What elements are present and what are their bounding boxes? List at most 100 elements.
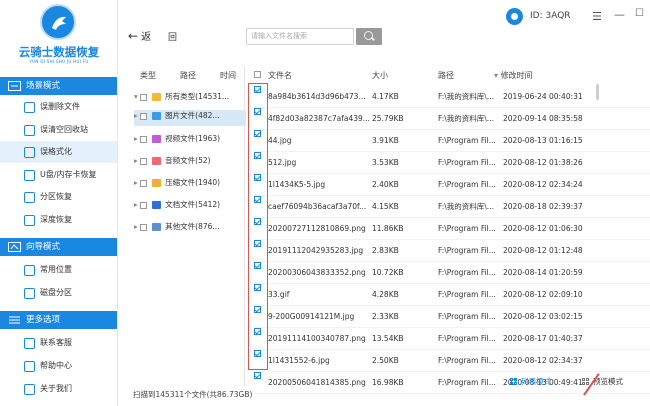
sidebar-item-label: U盘/内存卡恢复	[40, 170, 97, 179]
sidebar-item-help[interactable]: 帮助中心	[0, 355, 117, 377]
checkbox[interactable]	[140, 135, 148, 143]
scrollbar[interactable]	[596, 84, 599, 100]
table-row[interactable]: 9-200G00914121M.jpg 2.33KB F:\Program Fil.…	[254, 306, 650, 328]
file-size: 4.15KB	[372, 202, 399, 211]
checkbox[interactable]	[140, 112, 148, 120]
sidebar-item-common-location[interactable]: 常用位置	[0, 259, 117, 281]
section-more-options[interactable]: 更多选项	[0, 311, 117, 329]
menu-icon[interactable]: ☰	[592, 10, 602, 23]
section-label: 场景模式	[26, 81, 61, 91]
sidebar-item-label: 误清空回收站	[40, 125, 88, 134]
tab-time[interactable]: 时间	[220, 70, 236, 81]
user-avatar[interactable]	[506, 8, 523, 25]
select-all-checkbox[interactable]	[254, 70, 266, 79]
checkbox[interactable]	[140, 157, 148, 165]
deep-scan-icon	[24, 215, 35, 226]
tab-type[interactable]: 类型	[140, 70, 156, 81]
checkbox[interactable]	[254, 372, 261, 379]
table-row[interactable]: 1l1431552-6.jpg 2.50KB F:\Program Fil... 20…	[254, 350, 650, 372]
sidebar-item-support[interactable]: 联系客服	[0, 332, 117, 354]
table-row[interactable]: 512.jpg 3.53KB F:\Program Fil... 2020-08-12…	[254, 152, 650, 174]
file-size: 16.98KB	[372, 378, 404, 387]
recycle-icon	[24, 125, 35, 136]
sidebar-item-label: 关于我们	[40, 384, 72, 393]
tab-path[interactable]: 路径	[180, 70, 196, 81]
header-filename[interactable]: 文件名	[268, 70, 292, 81]
back-button[interactable]: ← 返	[128, 28, 151, 43]
header-path[interactable]: 路径	[438, 70, 454, 81]
sidebar-item-usb-card[interactable]: U盘/内存卡恢复	[0, 164, 117, 186]
sidebar-item-deep[interactable]: 深度恢复	[0, 209, 117, 231]
section-scene-mode[interactable]: 场景模式	[0, 77, 117, 95]
file-mtime: 2020-08-12 03:02:15	[503, 312, 583, 321]
folder-icon	[152, 93, 162, 101]
maximize-icon[interactable]: ☐	[635, 8, 644, 19]
table-row[interactable]: 20200727112810869.png 11.86KB F:\Program F…	[254, 218, 650, 240]
file-path: F:\Program Fil...	[438, 158, 496, 167]
header-mtime[interactable]: ▾ 修改时间	[494, 70, 533, 81]
list-mode-button[interactable]: 列表模式	[510, 376, 551, 387]
table-row[interactable]: 20191114100340787.png 13.54KB F:\Program F…	[254, 328, 650, 350]
file-size: 3.91KB	[372, 136, 399, 145]
sidebar-item-label: 帮助中心	[40, 361, 72, 370]
file-mtime: 2020-08-12 02:34:37	[503, 356, 583, 365]
file-mtime: 2020-08-12 01:12:48	[503, 246, 583, 255]
format-icon	[24, 147, 35, 158]
image-icon	[152, 112, 162, 120]
table-row[interactable]: 33.gif 4.28KB F:\Program Fil... 2020-08-12 …	[254, 284, 650, 306]
back-label: 返	[141, 32, 152, 43]
type-row-video[interactable]: ▸ 视频文件(1963)	[134, 133, 246, 149]
file-size: 2.83KB	[372, 246, 399, 255]
sidebar-item-disk-partition[interactable]: 磁盘分区	[0, 282, 117, 304]
type-label: 音频文件(52)	[165, 156, 211, 165]
checkbox[interactable]	[140, 201, 148, 209]
sidebar-item-label: 深度恢复	[40, 215, 72, 224]
file-path: F:\Program Fil...	[438, 180, 496, 189]
file-path: F:\我的资料库\...	[438, 202, 494, 211]
sidebar-item-formatted[interactable]: 误格式化	[0, 141, 117, 163]
file-mtime: 2020-08-14 01:20:59	[503, 268, 583, 277]
logo-area: 云骑士数据恢复 YUN QI SHI SHU JU HUI FU	[0, 0, 117, 74]
file-name: 20200506041814385.png	[268, 378, 366, 387]
file-name: 1l1434K5-5.jpg	[268, 180, 326, 189]
sidebar: 云骑士数据恢复 YUN QI SHI SHU JU HUI FU 场景模式 误删…	[0, 0, 118, 406]
sidebar-item-deleted-files[interactable]: 误删除文件	[0, 96, 117, 118]
checkbox[interactable]	[140, 223, 148, 231]
type-row-document[interactable]: ▸ 文档文件(5412)	[134, 199, 246, 215]
table-row[interactable]: 20200306043833352.png 10.72KB F:\Program F…	[254, 262, 650, 284]
file-size: 25.79KB	[372, 114, 404, 123]
sidebar-item-partition[interactable]: 分区恢复	[0, 186, 117, 208]
file-name: 9-200G00914121M.jpg	[268, 312, 355, 321]
type-row-archive[interactable]: ▸ 压缩文件(1940)	[134, 177, 246, 193]
file-size: 3.53KB	[372, 158, 399, 167]
file-size: 2.40KB	[372, 180, 399, 189]
minimize-icon[interactable]: —	[614, 8, 625, 21]
checkbox[interactable]	[254, 71, 261, 78]
preview-mode-label: 预览模式	[593, 377, 623, 386]
table-row[interactable]: 8a984b3614d3d96b473... 4.17KB F:\我的资料库\...…	[254, 86, 650, 108]
type-row-audio[interactable]: ▸ 音频文件(52)	[134, 155, 246, 171]
file-name: 20191114100340787.png	[268, 334, 366, 343]
up-button[interactable]: 回	[168, 30, 177, 43]
search-input[interactable]: 请输入文件名搜索	[246, 28, 354, 45]
table-row[interactable]: 1l1434K5-5.jpg 2.40KB F:\Program Fil... 202…	[254, 174, 650, 196]
table-row[interactable]: 44.jpg 3.91KB F:\Program Fil... 2020-08-13 …	[254, 130, 650, 152]
file-mtime: 2020-09-14 08:35:58	[503, 114, 583, 123]
type-row-other[interactable]: ▸ 其他文件(876...	[134, 221, 246, 237]
sidebar-item-emptied-recycle[interactable]: 误清空回收站	[0, 119, 117, 141]
sidebar-item-about[interactable]: 关于我们	[0, 378, 117, 400]
checkbox[interactable]	[140, 93, 148, 101]
table-row[interactable]: 20191112042935283.jpg 2.83KB F:\Program Fi…	[254, 240, 650, 262]
table-row[interactable]: caef76094b36acaf3a70f... 4.15KB F:\我的资料库\.…	[254, 196, 650, 218]
type-row-all[interactable]: ▾ 所有类型(14531...	[134, 91, 246, 107]
table-row[interactable]: 4f82d03a82387c7afa439... 25.79KB F:\我的资料库\…	[254, 108, 650, 130]
file-path: F:\Program Fil...	[438, 334, 496, 343]
type-row-image[interactable]: ▸ 图片文件(482...	[134, 110, 246, 126]
header-size[interactable]: 大小	[372, 70, 388, 81]
search-button[interactable]	[356, 28, 382, 45]
checkbox[interactable]	[140, 179, 148, 187]
scan-status: 扫描到145311个文件(共86.73GB)	[133, 390, 253, 399]
section-wizard-mode[interactable]: 向导模式	[0, 238, 117, 256]
file-path: F:\Program Fil...	[438, 246, 496, 255]
sidebar-item-label: 误删除文件	[40, 102, 80, 111]
